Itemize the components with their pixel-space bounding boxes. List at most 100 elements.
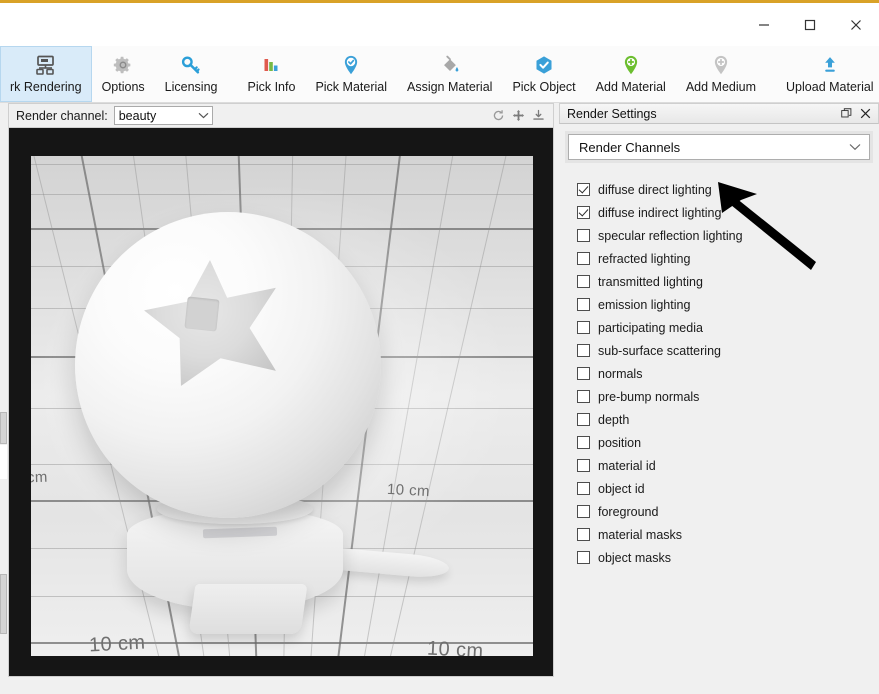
title-bar bbox=[0, 0, 879, 46]
checkbox-row-transmitted-lighting[interactable]: transmitted lighting bbox=[577, 270, 870, 293]
rendered-image: cm 10 cm 10 cm 10 cm bbox=[31, 156, 533, 656]
left-strip-tab-1[interactable] bbox=[0, 412, 7, 444]
pan-icon[interactable] bbox=[510, 107, 527, 124]
render-channels-list: diffuse direct lighting diffuse indirect… bbox=[568, 178, 870, 569]
checkbox-row-refracted-lighting[interactable]: refracted lighting bbox=[577, 247, 870, 270]
checkbox-normals[interactable] bbox=[577, 367, 590, 380]
checkbox-label-emission-lighting: emission lighting bbox=[598, 297, 691, 312]
checkbox-emission-lighting[interactable] bbox=[577, 298, 590, 311]
checkbox-row-material-id[interactable]: material id bbox=[577, 454, 870, 477]
pedestal-foot bbox=[188, 584, 308, 634]
ribbon-label-pick-info: Pick Info bbox=[247, 80, 296, 94]
sphere-cutout-center bbox=[184, 296, 220, 332]
checkbox-material-id[interactable] bbox=[577, 459, 590, 472]
gear-icon bbox=[109, 51, 137, 79]
checkbox-row-diffuse-indirect-lighting[interactable]: diffuse indirect lighting bbox=[577, 201, 870, 224]
maximize-button[interactable] bbox=[787, 3, 833, 46]
render-channel-bar: Render channel: beauty bbox=[8, 103, 554, 127]
scale-label-2: 10 cm bbox=[386, 480, 431, 501]
checkbox-transmitted-lighting[interactable] bbox=[577, 275, 590, 288]
left-strip-tab-3[interactable] bbox=[0, 574, 7, 634]
checkbox-participating-media[interactable] bbox=[577, 321, 590, 334]
pin-plus-green-icon bbox=[617, 51, 645, 79]
ribbon-label-assign-material: Assign Material bbox=[406, 80, 493, 94]
ribbon-label-licensing: Licensing bbox=[164, 80, 218, 94]
close-icon bbox=[860, 108, 871, 119]
checkbox-pre-bump-normals[interactable] bbox=[577, 390, 590, 403]
checkbox-row-object-id[interactable]: object id bbox=[577, 477, 870, 500]
checkbox-foreground[interactable] bbox=[577, 505, 590, 518]
left-strip-tab-2[interactable] bbox=[0, 445, 7, 479]
checkbox-material-masks[interactable] bbox=[577, 528, 590, 541]
render-settings-section-value: Render Channels bbox=[579, 139, 681, 155]
checkbox-specular-reflection-lighting[interactable] bbox=[577, 229, 590, 242]
window-controls bbox=[741, 3, 879, 46]
checkbox-object-id[interactable] bbox=[577, 482, 590, 495]
ribbon-label-upload-material: Upload Material bbox=[786, 80, 874, 94]
ribbon-button-add-material[interactable]: Add Material bbox=[586, 46, 676, 102]
checkbox-row-object-masks[interactable]: object masks bbox=[577, 546, 870, 569]
ribbon-button-pick-object[interactable]: Pick Object bbox=[502, 46, 585, 102]
checkbox-refracted-lighting[interactable] bbox=[577, 252, 590, 265]
render-channel-tools bbox=[490, 107, 549, 124]
checkbox-row-participating-media[interactable]: participating media bbox=[577, 316, 870, 339]
checkbox-sub-surface-scattering[interactable] bbox=[577, 344, 590, 357]
checkbox-label-normals: normals bbox=[598, 366, 643, 381]
checkbox-position[interactable] bbox=[577, 436, 590, 449]
checkbox-row-pre-bump-normals[interactable]: pre-bump normals bbox=[577, 385, 870, 408]
checkbox-depth[interactable] bbox=[577, 413, 590, 426]
checkbox-label-sub-surface-scattering: sub-surface scattering bbox=[598, 343, 721, 358]
checkbox-label-diffuse-direct-lighting: diffuse direct lighting bbox=[598, 182, 712, 197]
ribbon-button-licensing[interactable]: Licensing bbox=[155, 46, 228, 102]
checkbox-label-object-id: object id bbox=[598, 481, 645, 496]
checkbox-diffuse-direct-lighting[interactable] bbox=[577, 183, 590, 196]
ribbon-button-upload-material[interactable]: Upload Material bbox=[776, 46, 879, 102]
close-icon bbox=[851, 19, 861, 30]
close-panel-button[interactable] bbox=[858, 106, 873, 121]
ribbon-button-pick-info[interactable]: Pick Info bbox=[238, 46, 306, 102]
checkbox-row-diffuse-direct-lighting[interactable]: diffuse direct lighting bbox=[577, 178, 870, 201]
ribbon-label-add-medium: Add Medium bbox=[685, 80, 757, 94]
checkbox-row-normals[interactable]: normals bbox=[577, 362, 870, 385]
float-panel-button[interactable] bbox=[839, 106, 854, 121]
ribbon-label-options: Options bbox=[101, 80, 145, 94]
checkbox-label-position: position bbox=[598, 435, 642, 450]
render-settings-panel: Render Settings Render Channels diffuse … bbox=[559, 103, 879, 694]
ribbon-button-add-medium[interactable]: Add Medium bbox=[676, 46, 766, 102]
pin-check-icon bbox=[337, 51, 365, 79]
checkbox-label-refracted-lighting: refracted lighting bbox=[598, 251, 691, 266]
pin-plus-gray-icon bbox=[707, 51, 735, 79]
chevron-down-icon bbox=[198, 112, 209, 119]
render-viewport[interactable]: cm 10 cm 10 cm 10 cm bbox=[8, 127, 554, 677]
checkbox-label-diffuse-indirect-lighting: diffuse indirect lighting bbox=[598, 205, 722, 220]
render-settings-section-select[interactable]: Render Channels bbox=[568, 134, 870, 160]
minimize-button[interactable] bbox=[741, 3, 787, 46]
checkbox-row-depth[interactable]: depth bbox=[577, 408, 870, 431]
checkbox-row-sub-surface-scattering[interactable]: sub-surface scattering bbox=[577, 339, 870, 362]
ribbon-button-options[interactable]: Options bbox=[92, 46, 155, 102]
ribbon-label-pick-object: Pick Object bbox=[512, 80, 576, 94]
close-button[interactable] bbox=[833, 3, 879, 46]
checkbox-object-masks[interactable] bbox=[577, 551, 590, 564]
checkbox-row-foreground[interactable]: foreground bbox=[577, 500, 870, 523]
refresh-icon[interactable] bbox=[490, 107, 507, 124]
ribbon-group-online: Upload Material Online Material Database bbox=[776, 46, 879, 102]
maximize-icon bbox=[804, 19, 816, 30]
checkbox-row-emission-lighting[interactable]: emission lighting bbox=[577, 293, 870, 316]
checkbox-row-position[interactable]: position bbox=[577, 431, 870, 454]
application-window: rk Rendering Options Licensing Pick Info… bbox=[0, 0, 879, 694]
checkbox-row-material-masks[interactable]: material masks bbox=[577, 523, 870, 546]
scale-label-3: 10 cm bbox=[88, 631, 146, 656]
render-channel-label: Render channel: bbox=[16, 108, 108, 123]
bar-chart-icon bbox=[257, 51, 285, 79]
render-channel-select[interactable]: beauty bbox=[113, 106, 213, 125]
save-download-icon[interactable] bbox=[530, 107, 547, 124]
ribbon-label-pick-material: Pick Material bbox=[315, 80, 387, 94]
ribbon-group-setup: rk Rendering Options Licensing bbox=[0, 46, 228, 102]
checkbox-diffuse-indirect-lighting[interactable] bbox=[577, 206, 590, 219]
ribbon-button-assign-material[interactable]: Assign Material bbox=[397, 46, 502, 102]
ribbon-button-pick-material[interactable]: Pick Material bbox=[305, 46, 397, 102]
restore-icon bbox=[841, 108, 852, 118]
ribbon-button-network-rendering[interactable]: rk Rendering bbox=[0, 46, 92, 102]
checkbox-row-specular-reflection-lighting[interactable]: specular reflection lighting bbox=[577, 224, 870, 247]
